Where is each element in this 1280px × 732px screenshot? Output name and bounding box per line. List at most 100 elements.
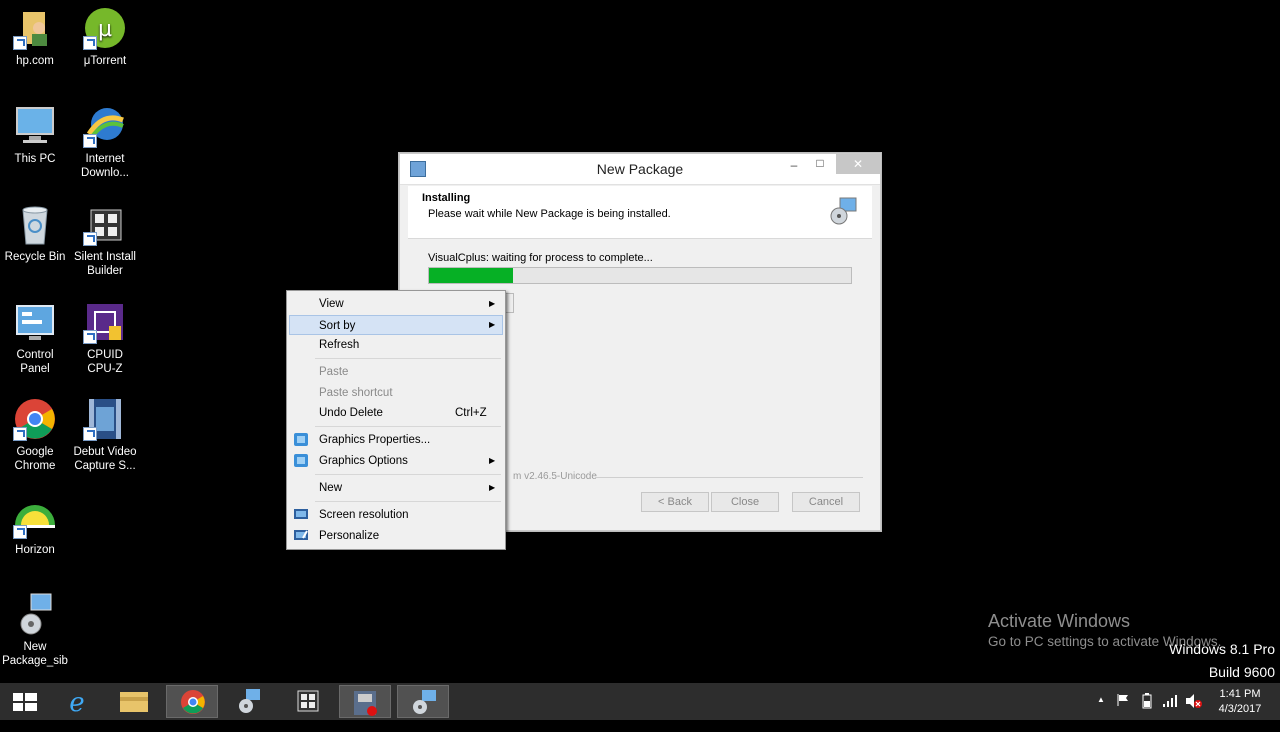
taskbar: e ▲ 1:41 PM 4/3/2017 bbox=[0, 683, 1280, 720]
menu-item-sort-by[interactable]: Sort by ▶ bbox=[289, 315, 503, 335]
windows-build: Build 9600 bbox=[1208, 664, 1275, 680]
desktop-icon-this-pc[interactable]: This PC bbox=[0, 104, 70, 166]
flag-icon[interactable] bbox=[1116, 693, 1130, 730]
menu-item-label: Sort by bbox=[319, 320, 356, 332]
desktop-icon-idm[interactable]: Internet Downlo... bbox=[70, 104, 140, 180]
menu-separator bbox=[315, 474, 501, 475]
menu-item-graphics-properties[interactable]: Graphics Properties... bbox=[289, 430, 503, 450]
folder-icon bbox=[120, 692, 148, 712]
branding-text: m v2.46.5-Unicode bbox=[513, 471, 597, 482]
internet-explorer-icon: e bbox=[69, 688, 84, 718]
chrome-icon bbox=[13, 397, 57, 441]
menu-item-label: Personalize bbox=[319, 530, 380, 542]
menu-item-paste: Paste bbox=[289, 362, 503, 382]
menu-item-label: Paste shortcut bbox=[319, 387, 393, 399]
chevron-right-icon: ▶ bbox=[489, 456, 496, 465]
installer-package-icon bbox=[828, 196, 858, 226]
menu-item-undo-delete[interactable]: Undo Delete Ctrl+Z bbox=[289, 403, 503, 423]
desktop-icon-label: Internet Downlo... bbox=[81, 153, 129, 179]
menu-item-refresh[interactable]: Refresh bbox=[289, 335, 503, 355]
idm-icon bbox=[83, 104, 127, 148]
menu-item-personalize[interactable]: Personalize bbox=[289, 526, 503, 546]
taskbar-chrome[interactable] bbox=[166, 685, 218, 718]
network-signal-icon[interactable] bbox=[1162, 694, 1178, 731]
computer-icon bbox=[13, 104, 57, 148]
taskbar-package-app[interactable] bbox=[224, 685, 276, 718]
volume-muted-icon[interactable] bbox=[1185, 693, 1203, 730]
cpuz-icon bbox=[83, 300, 127, 344]
menu-item-screen-resolution[interactable]: Screen resolution bbox=[289, 505, 503, 525]
header-subtitle: Please wait while New Package is being i… bbox=[428, 208, 671, 220]
desktop-icon-chrome[interactable]: Google Chrome bbox=[0, 397, 70, 473]
desktop-icon-utorrent[interactable]: µ μTorrent bbox=[70, 6, 140, 68]
desktop-icon-new-package[interactable]: New Package_sib bbox=[0, 592, 70, 668]
desktop-icon-debut[interactable]: Debut Video Capture S... bbox=[70, 397, 140, 473]
desktop-icon-hp[interactable]: hp.com bbox=[0, 6, 70, 68]
tray-expand-button[interactable]: ▲ bbox=[1097, 695, 1105, 732]
maximize-button[interactable]: □ bbox=[806, 156, 834, 176]
desktop-icon-label: Recycle Bin bbox=[4, 251, 66, 263]
desktop-icon-horizon[interactable]: Horizon bbox=[0, 495, 70, 557]
status-text: VisualCplus: waiting for process to comp… bbox=[428, 252, 653, 264]
desktop-icon-control-panel[interactable]: Control Panel bbox=[0, 300, 70, 376]
menu-item-label: Graphics Properties... bbox=[319, 434, 431, 446]
desktop-icon-label: Google Chrome bbox=[14, 446, 56, 472]
desktop-icon-cpuz[interactable]: CPUID CPU-Z bbox=[70, 300, 140, 376]
windows-logo-icon bbox=[13, 693, 37, 711]
progress-bar bbox=[428, 267, 852, 284]
battery-icon[interactable] bbox=[1140, 693, 1154, 730]
start-button[interactable] bbox=[0, 685, 52, 718]
title-bar[interactable]: New Package – □ ✕ bbox=[400, 154, 880, 185]
clock-time: 1:41 PM bbox=[1219, 688, 1261, 700]
desktop-icon-label: μTorrent bbox=[83, 55, 127, 67]
horizon-icon bbox=[13, 495, 57, 539]
chrome-icon bbox=[181, 690, 205, 714]
menu-item-label: Refresh bbox=[319, 339, 360, 351]
desktop-icon-label: Horizon bbox=[15, 544, 55, 556]
menu-item-paste-shortcut: Paste shortcut bbox=[289, 383, 503, 403]
chevron-right-icon: ▶ bbox=[489, 320, 496, 329]
personalize-icon bbox=[294, 529, 308, 542]
menu-item-shortcut: Ctrl+Z bbox=[455, 407, 487, 419]
menu-item-graphics-options[interactable]: Graphics Options ▶ bbox=[289, 451, 503, 471]
chevron-right-icon: ▶ bbox=[489, 483, 496, 492]
desktop-icon-label: CPUID CPU-Z bbox=[87, 349, 123, 375]
system-clock[interactable]: 1:41 PM 4/3/2017 bbox=[1210, 687, 1270, 717]
graphics-icon bbox=[294, 454, 308, 467]
back-button[interactable]: < Back bbox=[641, 492, 709, 512]
taskbar-silent-install[interactable] bbox=[282, 685, 334, 718]
windows-edition: Windows 8.1 Pro bbox=[1169, 641, 1275, 657]
svg-text:e: e bbox=[69, 688, 84, 718]
menu-item-label: New bbox=[319, 482, 343, 494]
desktop-icon-label: Silent Install Builder bbox=[73, 251, 136, 277]
taskbar-debut-recorder[interactable] bbox=[339, 685, 391, 718]
context-menu: View ▶ Sort by ▶ Refresh Paste Paste sho… bbox=[286, 290, 506, 550]
graphics-icon bbox=[294, 433, 308, 446]
menu-item-label: Paste bbox=[319, 366, 349, 378]
minimize-button[interactable]: – bbox=[780, 158, 808, 178]
desktop-icon-label: Debut Video Capture S... bbox=[73, 446, 137, 472]
menu-separator bbox=[315, 358, 501, 359]
folder-user-icon bbox=[13, 6, 57, 50]
desktop-icon-label: hp.com bbox=[16, 55, 54, 67]
cancel-button[interactable]: Cancel bbox=[792, 492, 860, 512]
close-window-button[interactable]: ✕ bbox=[836, 154, 880, 174]
package-icon bbox=[413, 690, 436, 714]
menu-item-view[interactable]: View ▶ bbox=[289, 294, 503, 314]
close-button[interactable]: Close bbox=[711, 492, 779, 512]
menu-item-label: View bbox=[319, 298, 344, 310]
installer-header: Installing Please wait while New Package… bbox=[408, 186, 872, 239]
desktop-icon-silent-install[interactable]: Silent Install Builder bbox=[70, 202, 140, 278]
menu-separator bbox=[315, 426, 501, 427]
menu-item-label: Graphics Options bbox=[319, 455, 408, 467]
clock-date: 4/3/2017 bbox=[1218, 703, 1262, 715]
recorder-icon bbox=[354, 691, 377, 716]
menu-item-new[interactable]: New ▶ bbox=[289, 478, 503, 498]
silent-install-icon bbox=[297, 690, 319, 712]
chevron-right-icon: ▶ bbox=[489, 299, 496, 308]
desktop-icon-recycle-bin[interactable]: Recycle Bin bbox=[0, 202, 70, 264]
taskbar-installer[interactable] bbox=[397, 685, 449, 718]
taskbar-file-explorer[interactable] bbox=[108, 685, 160, 718]
taskbar-internet-explorer[interactable]: e bbox=[51, 685, 103, 718]
desktop-icon-label: This PC bbox=[14, 153, 56, 165]
